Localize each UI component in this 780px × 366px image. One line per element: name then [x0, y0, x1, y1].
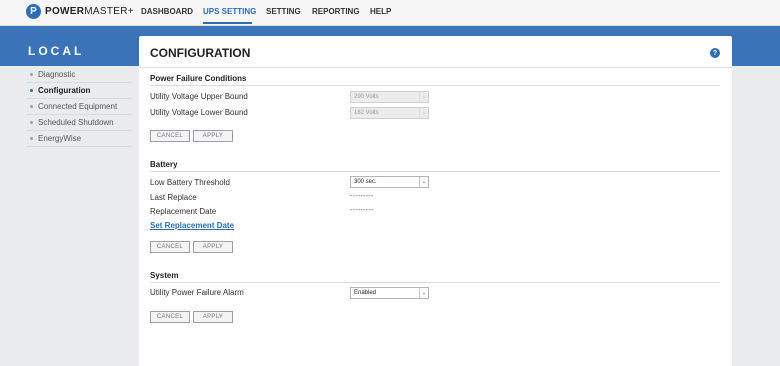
last-replace-label: Last Replace [150, 193, 197, 202]
nav-reporting[interactable]: REPORTING [312, 7, 360, 16]
chevron-down-icon: ⌄ [419, 288, 428, 298]
battery-apply-button[interactable]: APPLY [193, 241, 233, 253]
logo-icon: P [26, 4, 41, 19]
bullet-icon [30, 105, 33, 108]
lower-bound-select: 162 Volts ⌄ [350, 107, 429, 119]
sidebar-item-configuration[interactable]: Configuration [30, 86, 90, 95]
section-divider [150, 171, 720, 172]
configuration-panel: CONFIGURATION ? Power Failure Conditions… [139, 36, 732, 366]
nav-setting[interactable]: SETTING [266, 7, 301, 16]
nav-help[interactable]: HELP [370, 7, 391, 16]
battery-cancel-button[interactable]: CANCEL [150, 241, 190, 253]
sidebar-divider [26, 82, 132, 83]
active-tab-indicator [203, 22, 252, 24]
sidebar-divider [26, 98, 132, 99]
brand-name: POWERMASTER+ [45, 6, 134, 17]
bullet-icon [30, 121, 33, 124]
sidebar-item-diagnostic[interactable]: Diagnostic [30, 70, 75, 79]
section-divider [150, 85, 720, 86]
sidebar-title: LOCAL [28, 44, 85, 58]
system-cancel-button[interactable]: CANCEL [150, 311, 190, 323]
power-failure-alarm-select[interactable]: Enabled ⌄ [350, 287, 429, 299]
top-navigation-bar: P POWERMASTER+ DASHBOARD UPS SETTING SET… [0, 0, 780, 26]
sidebar-item-label: Diagnostic [38, 70, 76, 79]
nav-ups-setting[interactable]: UPS SETTING [203, 7, 256, 16]
brand-logo[interactable]: P POWERMASTER+ [26, 4, 134, 19]
page-title: CONFIGURATION [150, 46, 251, 60]
last-replace-value: --------- [350, 193, 374, 200]
low-battery-threshold-label: Low Battery Threshold [150, 178, 230, 187]
sidebar-item-scheduled-shutdown[interactable]: Scheduled Shutdown [30, 118, 114, 127]
sidebar-item-connected-equipment[interactable]: Connected Equipment [30, 102, 117, 111]
chevron-down-icon: ⌄ [419, 108, 428, 118]
power-failure-cancel-button[interactable]: CANCEL [150, 130, 190, 142]
sidebar-item-energywise[interactable]: EnergyWise [30, 134, 81, 143]
upper-bound-label: Utility Voltage Upper Bound [150, 92, 248, 101]
sidebar-divider [26, 146, 132, 147]
sidebar-item-label: EnergyWise [38, 134, 82, 143]
sidebar-divider [26, 114, 132, 115]
title-divider [139, 67, 732, 68]
lower-bound-label: Utility Voltage Lower Bound [150, 108, 248, 117]
replacement-date-label: Replacement Date [150, 207, 217, 216]
nav-dashboard[interactable]: DASHBOARD [141, 7, 193, 16]
replacement-date-value: --------- [350, 207, 374, 214]
chevron-down-icon: ⌄ [419, 92, 428, 102]
power-failure-apply-button[interactable]: APPLY [193, 130, 233, 142]
select-value: Enabled [354, 290, 377, 296]
section-divider [150, 282, 720, 283]
bullet-icon [30, 73, 33, 76]
sidebar-item-label: Configuration [38, 86, 91, 95]
help-icon[interactable]: ? [710, 48, 720, 58]
system-apply-button[interactable]: APPLY [193, 311, 233, 323]
select-value: 300 sec. [354, 179, 377, 185]
set-replacement-date-link[interactable]: Set Replacement Date [150, 221, 234, 230]
bullet-icon [30, 137, 33, 140]
bullet-icon [30, 89, 33, 92]
power-failure-alarm-label: Utility Power Failure Alarm [150, 288, 244, 297]
sidebar-item-label: Scheduled Shutdown [38, 118, 114, 127]
select-value: 290 Volts [354, 94, 379, 100]
chevron-down-icon: ⌄ [419, 177, 428, 187]
section-heading-system: System [150, 271, 179, 280]
low-battery-threshold-select[interactable]: 300 sec. ⌄ [350, 176, 429, 188]
section-heading-power-failure: Power Failure Conditions [150, 74, 247, 83]
section-heading-battery: Battery [150, 160, 178, 169]
sidebar-item-label: Connected Equipment [38, 102, 118, 111]
sidebar-divider [26, 130, 132, 131]
upper-bound-select: 290 Volts ⌄ [350, 91, 429, 103]
select-value: 162 Volts [354, 110, 379, 116]
